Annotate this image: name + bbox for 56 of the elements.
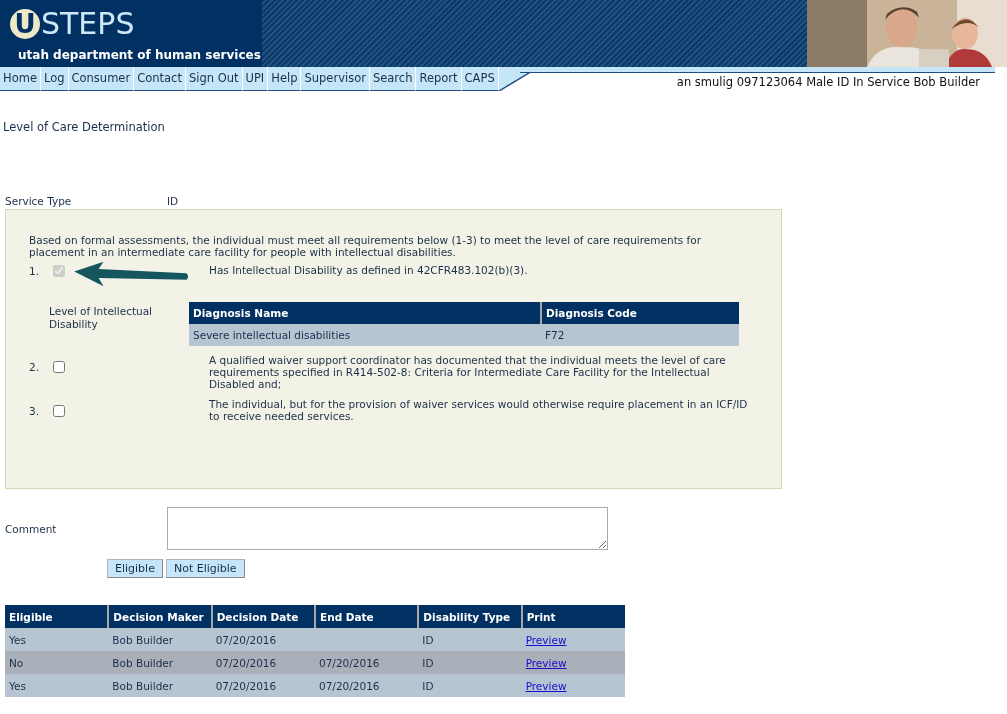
table-cell: Bob Builder <box>112 679 174 692</box>
intro-text: Based on formal assessments, the individual must meet all requirements below (1-3) to meet the level of care requirements for placement in an intermediate care facility for people with intellectual disabilities. <box>29 234 703 258</box>
comment-field[interactable] <box>167 507 608 550</box>
logo-mark: U <box>10 9 40 39</box>
item-number: 2. <box>29 361 41 373</box>
table-cell: Bob Builder <box>112 656 174 669</box>
field-label: Comment <box>5 522 58 535</box>
table-cell: Yes <box>9 679 26 692</box>
nav-tab[interactable]: UPI <box>242 67 269 91</box>
table-cell: 07/20/2016 <box>215 656 277 669</box>
table-cell: 07/20/2016 <box>319 656 380 669</box>
nav-tab[interactable]: Supervisor <box>301 67 370 91</box>
requirement-text: Has Intellectual Disability as defined in 42CFR483.102(b)(3). <box>209 264 529 278</box>
table-cell: ID <box>422 633 434 646</box>
nav-tab[interactable]: Report <box>416 67 462 91</box>
item-number: 3. <box>29 405 41 417</box>
table-cell: 07/20/2016 <box>319 679 380 692</box>
table-cell: F72 <box>541 324 739 346</box>
nav-tab[interactable]: Consumer <box>68 67 135 91</box>
consumer-info: an smulig 097123064 Male ID In Service Bob Builder <box>676 75 980 89</box>
table-cell: ID <box>422 679 434 692</box>
column-header: Diagnosis Name <box>189 302 541 324</box>
table-cell: Bob Builder <box>112 633 174 646</box>
nav-tab[interactable]: Help <box>268 67 302 91</box>
field-label: Level of Intellectual Disability <box>48 304 154 332</box>
checkbox[interactable] <box>53 405 65 417</box>
table-cell: 07/20/2016 <box>215 679 277 692</box>
page-title: Level of Care Determination <box>3 120 166 134</box>
requirement-text: A qualified waiver support coordinator has documented that the individual meets the level of care requirements specified in R414-502-8: Criteria for Intermediate Care Facility for the Intellectual Disabled and; <box>209 354 727 390</box>
nav-tab[interactable]: Home <box>0 67 41 91</box>
nav-tab[interactable]: Contact <box>134 67 186 91</box>
checkbox[interactable] <box>53 361 65 373</box>
nav-tab[interactable]: Sign Out <box>185 67 243 91</box>
table-cell: Yes <box>9 633 26 646</box>
action-button[interactable]: Not Eligible <box>165 559 245 578</box>
column-header: End Date <box>315 605 419 628</box>
agency-name: utah department of human services <box>18 48 261 62</box>
nav-tab[interactable]: Search <box>369 67 417 91</box>
table-cell: No <box>9 656 24 669</box>
item-number: 1. <box>29 265 41 277</box>
table-cell: ID <box>422 656 434 669</box>
column-header: Eligible <box>5 605 109 628</box>
table-cell: 07/20/2016 <box>215 633 277 646</box>
table-cell: Severe intellectual disabilities <box>189 324 541 346</box>
requirement-text: The individual, but for the provision of waiver services would otherwise require placement in an ICF/ID to receive needed services. <box>209 398 749 424</box>
nav-tab[interactable]: CAPS <box>461 67 499 91</box>
column-header: Disability Type <box>418 605 522 628</box>
column-header: Print <box>521 605 625 628</box>
column-header: Diagnosis Code <box>541 302 739 324</box>
logo-text: STEPS <box>41 9 135 39</box>
column-header: Decision Maker <box>108 605 212 628</box>
action-button[interactable]: Eligible <box>107 559 163 578</box>
field-label: Service Type <box>5 195 73 209</box>
field-value: ID <box>167 195 179 209</box>
nav-tab[interactable]: Log <box>40 67 69 91</box>
column-header: Decision Date <box>211 605 315 628</box>
